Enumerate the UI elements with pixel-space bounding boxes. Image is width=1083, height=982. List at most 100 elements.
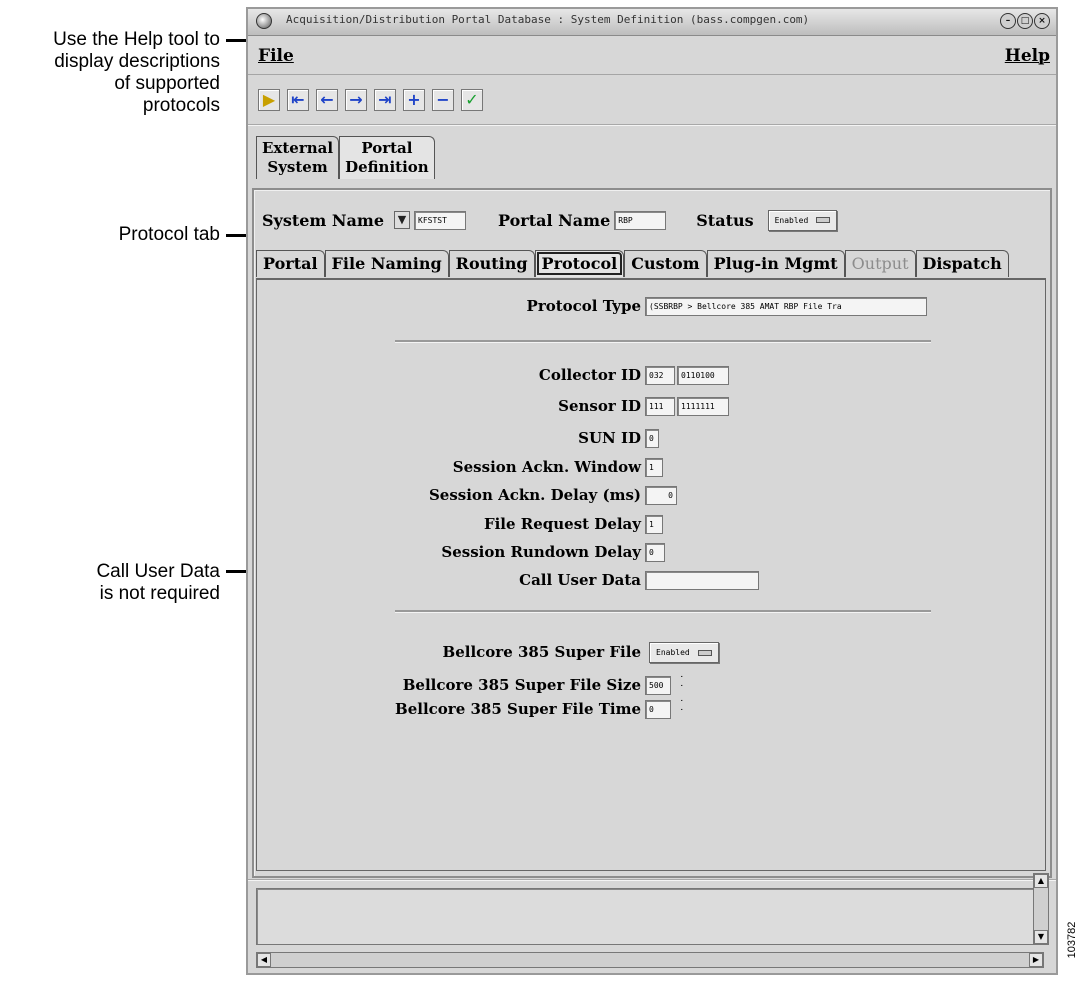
callout-help: Use the Help tool to display description… (53, 29, 220, 117)
protocol-type-label: Protocol Type (526, 297, 641, 315)
collector-id-label: Collector ID (538, 366, 641, 384)
protocol-type-row: Protocol Type (257, 296, 641, 316)
tab-external-system-line: External (262, 139, 334, 157)
previous-record-icon[interactable]: ← (316, 89, 338, 111)
bellcore-super-file-time-row: Bellcore 385 Super File Time (257, 699, 641, 719)
sensor-id-row: Sensor ID (257, 396, 641, 416)
option-menu-icon (816, 217, 831, 223)
section-divider (395, 340, 931, 342)
sun-id-row: SUN ID (257, 428, 641, 448)
scroll-down-icon[interactable]: ▼ (1034, 930, 1048, 944)
bellcore-super-file-size-label: Bellcore 385 Super File Size (402, 676, 641, 694)
message-area[interactable] (256, 888, 1038, 945)
tab-custom[interactable]: Custom (624, 250, 707, 277)
toolbar-divider (248, 124, 1056, 125)
menu-help[interactable]: Help (1005, 46, 1050, 66)
session-ackn-window-field[interactable]: 1 (645, 458, 663, 477)
bellcore-super-file-size-row: Bellcore 385 Super File Size (257, 675, 641, 695)
first-record-icon[interactable]: ⇤ (287, 89, 309, 111)
tab-portal-definition[interactable]: Portal Definition (339, 136, 435, 179)
protocol-type-field[interactable]: (SSBRBP > Bellcore 385 AMAT RBP File Tra (645, 297, 927, 316)
tab-portal[interactable]: Portal (256, 250, 325, 277)
session-rundown-delay-field[interactable]: 0 (645, 543, 665, 562)
status-label: Status (696, 210, 754, 230)
sun-id-label: SUN ID (578, 429, 641, 447)
callout-call-user-data-line: is not required (99, 583, 220, 604)
collector-id-field-1[interactable]: 032 (645, 366, 675, 385)
tab-file-naming[interactable]: File Naming (324, 250, 449, 277)
last-record-icon[interactable]: ⇥ (374, 89, 396, 111)
status-select[interactable]: Enabled (767, 209, 838, 231)
callout-help-line: of supported (114, 73, 220, 94)
next-record-icon[interactable]: → (345, 89, 367, 111)
add-record-icon[interactable]: + (403, 89, 425, 111)
bellcore-super-file-size-field[interactable]: 500 (645, 676, 671, 695)
super-file-time-spinner-icon[interactable]: ˙ ˙ (679, 699, 685, 719)
super-file-size-spinner-icon[interactable]: ˙ ˙ (679, 675, 685, 695)
status-select-value: Enabled (774, 215, 809, 225)
tab-portal-definition-line: Portal (361, 139, 413, 157)
call-user-data-row: Call User Data (257, 570, 641, 590)
call-user-data-field[interactable] (645, 571, 759, 590)
collector-id-field-2[interactable]: 0110100 (677, 366, 729, 385)
figure-id: 103782 (1063, 900, 1081, 980)
tab-routing[interactable]: Routing (448, 250, 535, 277)
tab-dispatch[interactable]: Dispatch (915, 250, 1009, 277)
bellcore-super-file-time-field[interactable]: 0 (645, 700, 671, 719)
session-ackn-window-label: Session Ackn. Window (452, 458, 641, 476)
session-ackn-delay-label: Session Ackn. Delay (ms) (428, 486, 641, 504)
tab-output: Output (844, 250, 916, 277)
horizontal-scrollbar[interactable]: ◀ ▶ (256, 952, 1044, 968)
sensor-id-field-1[interactable]: 111 (645, 397, 675, 416)
window-menu-icon[interactable] (256, 13, 272, 29)
session-rundown-delay-row: Session Rundown Delay (257, 542, 641, 562)
section-divider (395, 610, 931, 612)
tab-external-system-line: System (267, 158, 328, 176)
session-ackn-delay-field[interactable]: 0 (645, 486, 677, 505)
tab-protocol[interactable]: Protocol (534, 250, 625, 277)
bellcore-super-file-time-label: Bellcore 385 Super File Time (395, 700, 641, 718)
file-request-delay-label: File Request Delay (483, 515, 641, 533)
callout-call-user-data: Call User Data is not required (96, 561, 220, 605)
close-icon[interactable]: × (1034, 13, 1050, 29)
file-request-delay-field[interactable]: 1 (645, 515, 663, 534)
vertical-scrollbar[interactable]: ▲ ▼ (1033, 873, 1049, 945)
callout-protocol-tab-text: Protocol tab (118, 224, 220, 245)
scroll-up-icon[interactable]: ▲ (1034, 874, 1048, 888)
portal-name-field[interactable]: RBP (614, 210, 667, 230)
system-name-label: System Name (262, 210, 385, 230)
session-rundown-delay-label: Session Rundown Delay (441, 543, 641, 561)
delete-record-icon[interactable]: − (432, 89, 454, 111)
system-name-dropdown-icon[interactable]: ▼ (394, 211, 411, 229)
tab-external-system[interactable]: External System (256, 136, 340, 179)
tab-plug-in-mgmt[interactable]: Plug-in Mgmt (706, 250, 845, 277)
system-name-field[interactable]: KFSTST (414, 210, 467, 230)
sensor-id-field-2[interactable]: 1111111 (677, 397, 729, 416)
go-icon[interactable]: ▶ (258, 89, 280, 111)
system-row: System Name ▼ KFSTST Portal Name RBP Sta… (262, 208, 838, 232)
callout-call-user-data-line: Call User Data (96, 561, 220, 582)
menu-file[interactable]: File (258, 46, 294, 66)
application-window: Acquisition/Distribution Portal Database… (246, 7, 1058, 975)
title-bar[interactable]: Acquisition/Distribution Portal Database… (248, 9, 1056, 36)
sun-id-field[interactable]: 0 (645, 429, 659, 448)
bellcore-super-file-row: Bellcore 385 Super File (257, 642, 641, 662)
scroll-right-icon[interactable]: ▶ (1029, 953, 1043, 967)
bellcore-super-file-label: Bellcore 385 Super File (442, 643, 641, 661)
status-divider (248, 879, 1056, 880)
collector-id-row: Collector ID (257, 365, 641, 385)
window-controls: – □ × (1000, 13, 1050, 29)
minimize-icon[interactable]: – (1000, 13, 1016, 29)
toolbar: ▶ ⇤ ← → ⇥ + − ✓ (258, 89, 483, 111)
commit-checkmark-icon[interactable]: ✓ (461, 89, 483, 111)
figure-id-text: 103782 (1066, 921, 1078, 959)
callout-help-line: display descriptions (54, 51, 220, 72)
bellcore-super-file-select[interactable]: Enabled (649, 642, 719, 663)
option-menu-icon (697, 649, 712, 656)
callout-help-line: protocols (142, 95, 220, 116)
portal-name-label: Portal Name (498, 210, 611, 230)
sensor-id-label: Sensor ID (558, 397, 641, 415)
maximize-icon[interactable]: □ (1017, 13, 1033, 29)
scroll-left-icon[interactable]: ◀ (257, 953, 271, 967)
callout-protocol-tab: Protocol tab (119, 224, 220, 246)
